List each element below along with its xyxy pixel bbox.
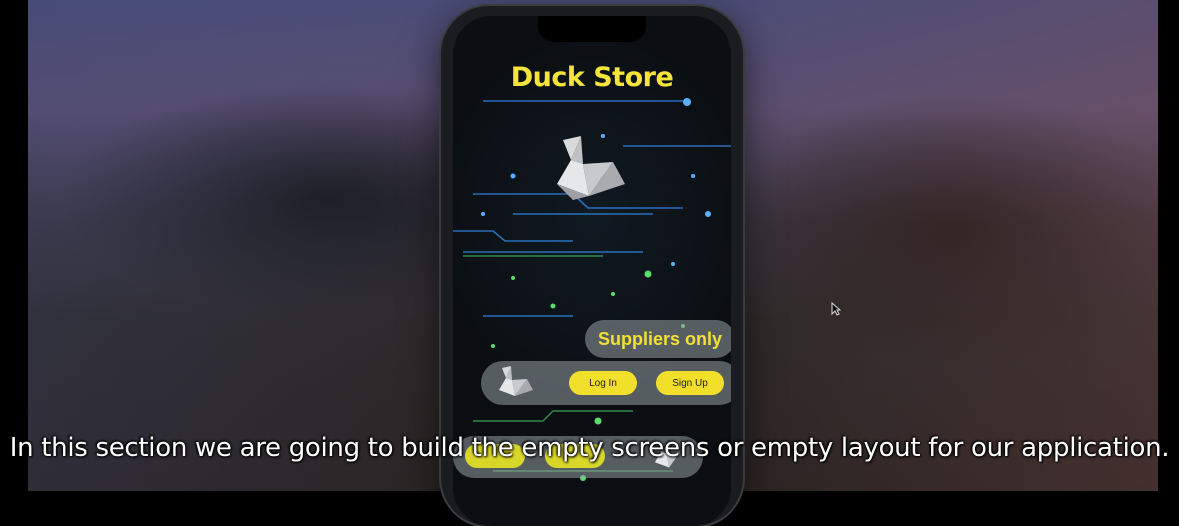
mouse-cursor-icon — [831, 302, 841, 316]
origami-swan-icon — [499, 366, 533, 396]
video-subtitle: In this section we are going to build th… — [9, 433, 1170, 463]
app-title: Duck Store — [510, 62, 674, 93]
sign-up-button[interactable]: Sign Up — [656, 371, 724, 395]
origami-swan-icon — [557, 136, 625, 200]
phone-notch — [538, 16, 646, 42]
suppliers-only-label: Suppliers only — [597, 328, 723, 349]
suppliers-only-button[interactable]: Suppliers only — [585, 320, 731, 358]
log-in-button[interactable]: Log In — [569, 371, 637, 395]
auth-panel: Log In Sign Up — [481, 361, 731, 405]
